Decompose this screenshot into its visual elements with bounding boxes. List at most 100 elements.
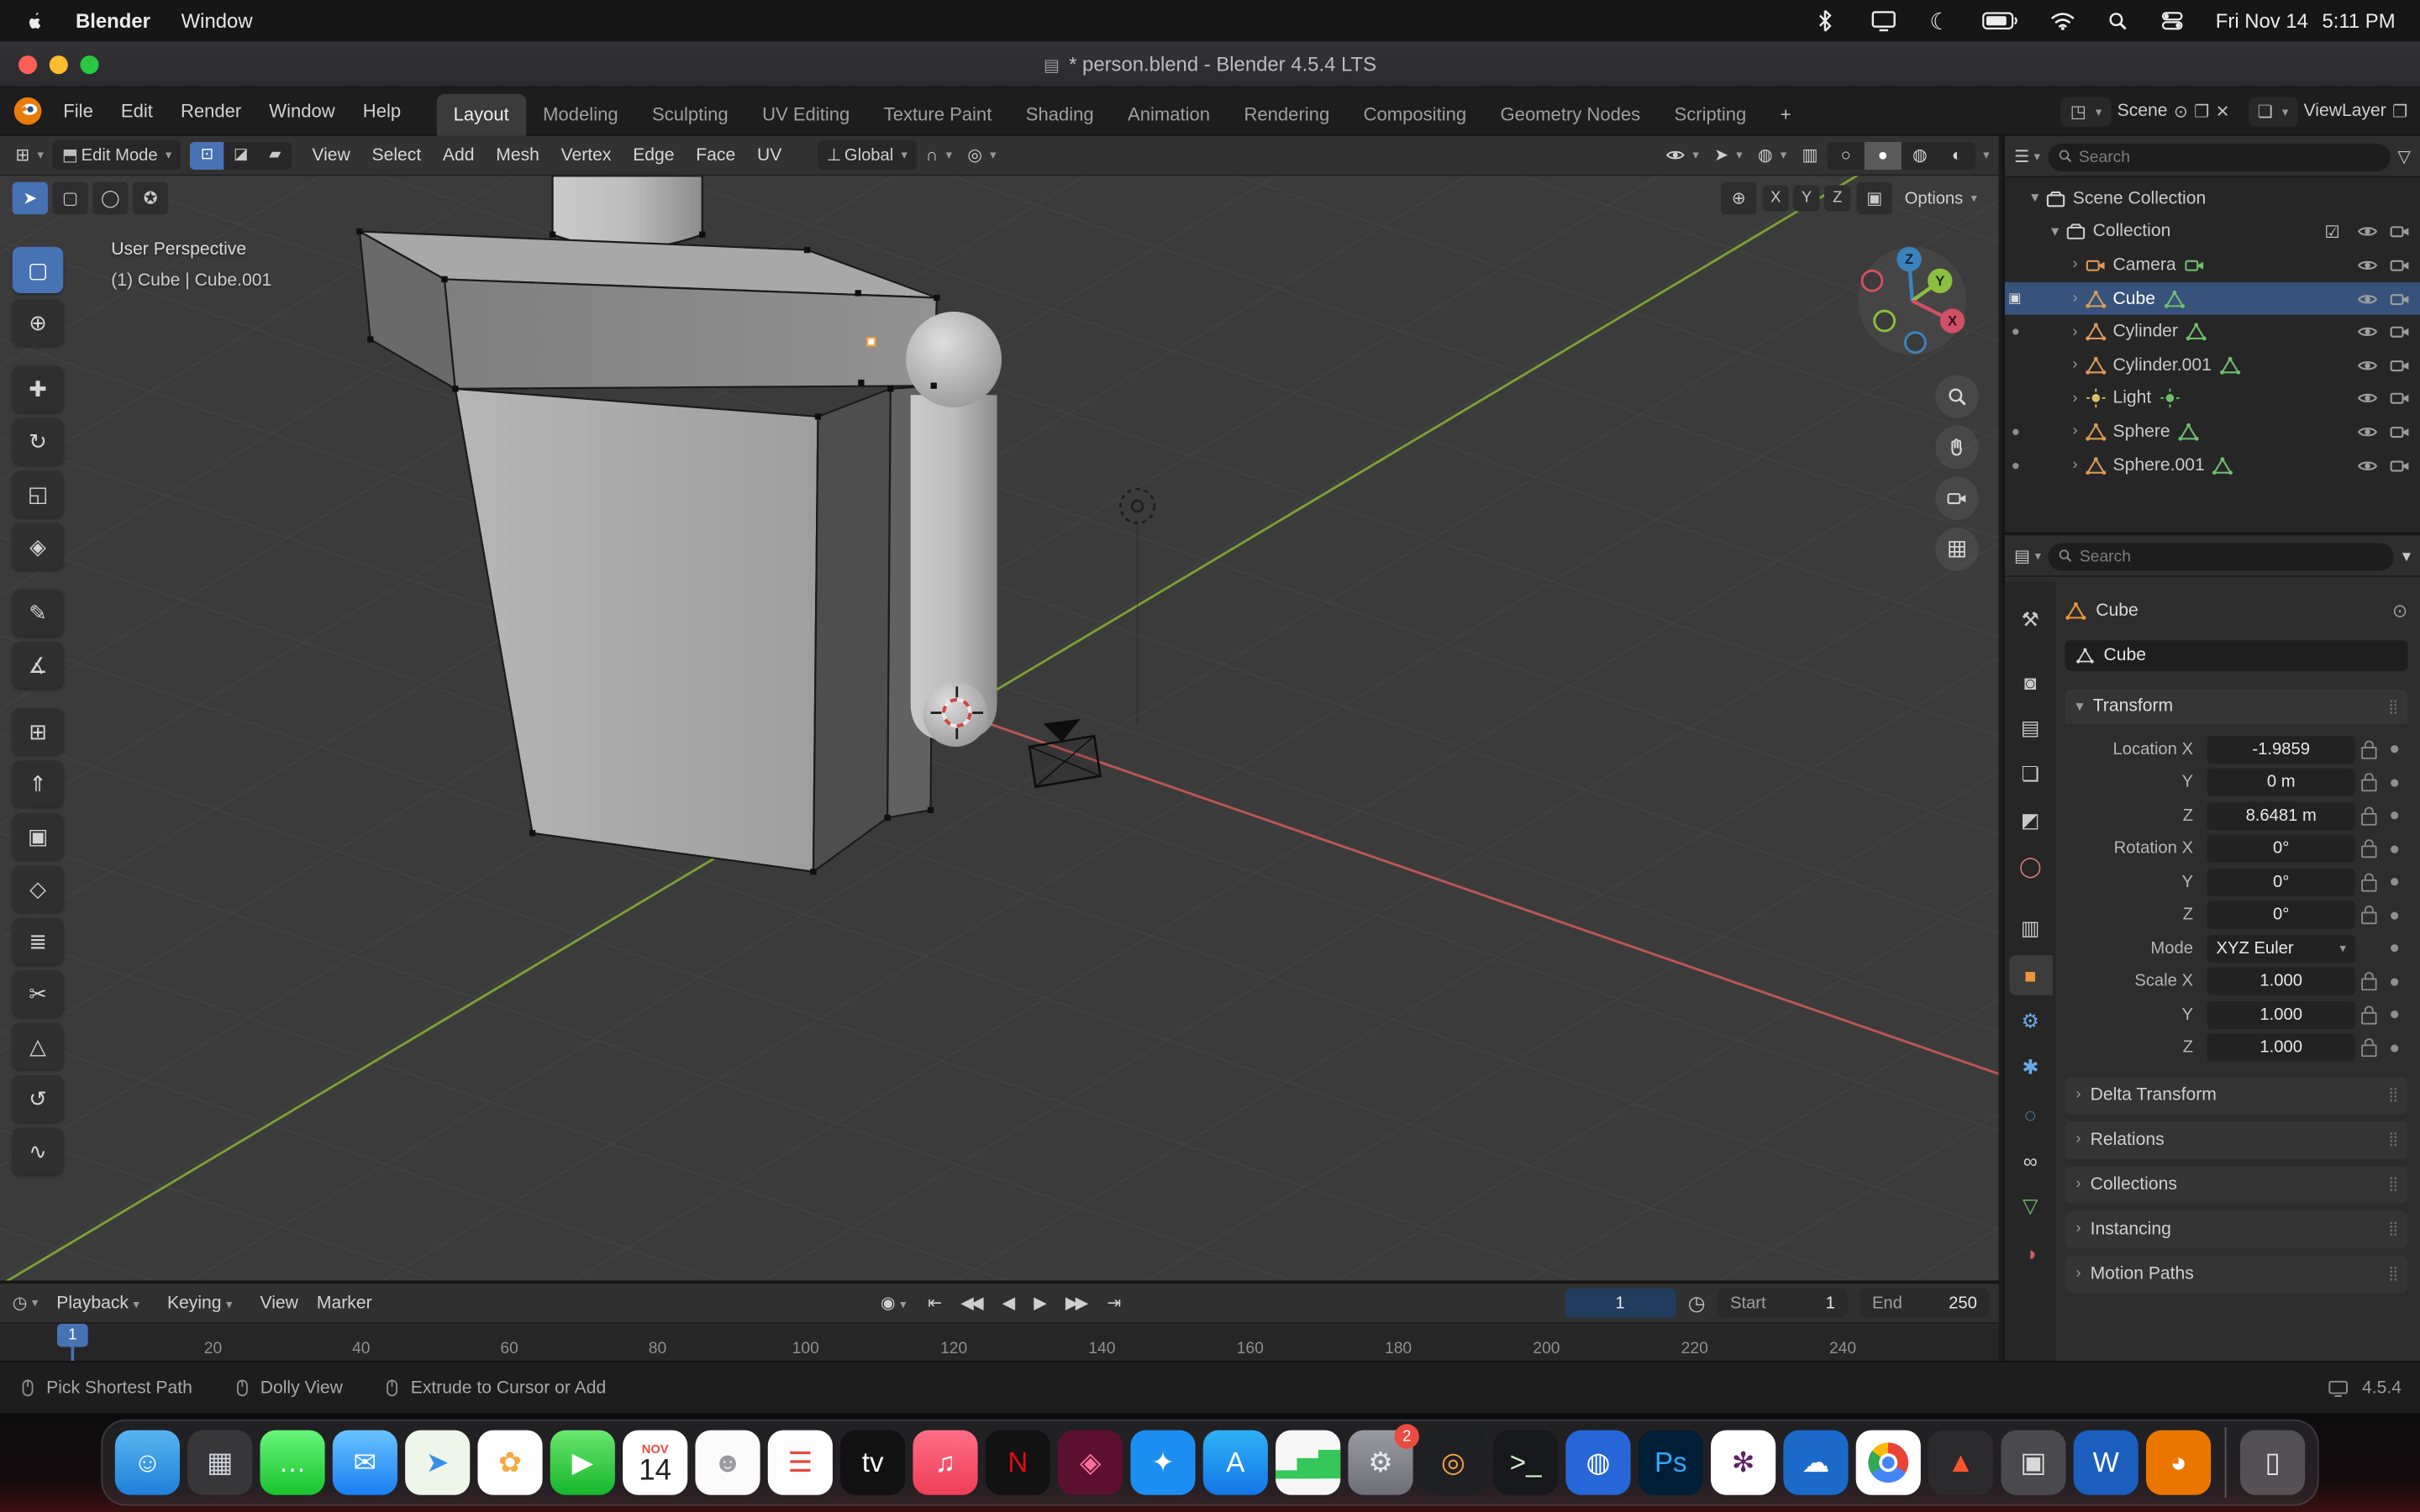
hide-in-viewport-icon[interactable] bbox=[2357, 321, 2379, 343]
pin-scene-icon[interactable]: ⊙ bbox=[2174, 101, 2188, 121]
workspace-tab-geometry-nodes[interactable]: Geometry Nodes bbox=[1483, 93, 1657, 135]
dock-media-app[interactable]: ◈ bbox=[1058, 1431, 1123, 1495]
workspace-tab-animation[interactable]: Animation bbox=[1111, 93, 1227, 135]
properties-tab-collection[interactable]: ▥ bbox=[2009, 909, 2052, 949]
properties-tab-constraints[interactable]: ∞ bbox=[2009, 1140, 2052, 1180]
lock-icon[interactable] bbox=[2361, 1044, 2376, 1057]
next-keyframe-button[interactable]: ▶▶ bbox=[1060, 1290, 1092, 1316]
select-circle-tool-button[interactable]: ◯ bbox=[92, 182, 128, 215]
lock-icon[interactable] bbox=[2361, 846, 2376, 858]
selected-vertex[interactable] bbox=[867, 338, 875, 345]
transform-orientation-dropdown[interactable]: ⊥Global▾ bbox=[818, 140, 917, 170]
value-field[interactable]: 1.000 bbox=[2207, 1034, 2355, 1062]
properties-tab-object[interactable]: ■ bbox=[2009, 955, 2052, 995]
perspective-toggle-button[interactable] bbox=[1935, 528, 1978, 570]
scale-tool[interactable]: ◱ bbox=[13, 470, 64, 517]
display-icon[interactable] bbox=[1870, 9, 1899, 33]
current-frame-field[interactable]: 1 bbox=[1565, 1289, 1676, 1318]
select-box-tool[interactable]: ▢ bbox=[13, 247, 64, 293]
camera-object[interactable] bbox=[1029, 719, 1100, 787]
control-center-icon[interactable] bbox=[2159, 9, 2185, 33]
workspace-tab-shading[interactable]: Shading bbox=[1009, 93, 1111, 135]
properties-tab-render[interactable]: ◙ bbox=[2009, 662, 2052, 702]
topbar-menu-window[interactable]: Window bbox=[255, 94, 349, 128]
dock-word[interactable]: W bbox=[2074, 1431, 2139, 1495]
gizmos-dropdown[interactable]: ➤▾ bbox=[1708, 142, 1749, 168]
value-field[interactable]: 1.000 bbox=[2207, 1000, 2355, 1028]
properties-tab-output[interactable]: ▤ bbox=[2009, 708, 2052, 748]
editor-type-button[interactable]: ⊞▾ bbox=[9, 142, 50, 168]
disable-in-renders-icon[interactable] bbox=[2389, 255, 2411, 276]
select-lasso-tool-button[interactable]: ✪ bbox=[133, 182, 168, 215]
properties-tab-tool[interactable]: ⚒ bbox=[2009, 600, 2052, 640]
dock-blue-app[interactable]: ✦ bbox=[1130, 1431, 1195, 1495]
auto-keying-button[interactable]: ◉▾ bbox=[875, 1290, 913, 1316]
vertex-select-button[interactable]: ⊡ bbox=[190, 141, 224, 169]
play-reverse-button[interactable]: ◀ bbox=[996, 1290, 1018, 1316]
lock-icon[interactable] bbox=[2361, 879, 2376, 891]
zoom-button[interactable] bbox=[1935, 375, 1978, 417]
edge-select-button[interactable]: ◪ bbox=[224, 141, 258, 169]
workspace-tab-modeling[interactable]: Modeling bbox=[526, 93, 635, 135]
xray-toggle[interactable]: ▥ bbox=[1796, 142, 1824, 168]
snap-target-icon[interactable]: ⊕ bbox=[1721, 182, 1756, 215]
shading-options-caret[interactable]: ▾ bbox=[1983, 148, 1989, 162]
show-object-types-dropdown[interactable]: ▾ bbox=[1659, 142, 1705, 168]
navigation-gizmo[interactable]: Z Y X bbox=[1855, 244, 1970, 358]
dock-launchpad[interactable]: ▦ bbox=[187, 1431, 252, 1495]
proportional-editing-toggle[interactable]: ◎▾ bbox=[961, 142, 1002, 168]
properties-search-input[interactable] bbox=[2049, 543, 2395, 571]
loop-cut-tool[interactable]: ≣ bbox=[13, 918, 64, 964]
dock-apple-tv[interactable]: tv bbox=[840, 1431, 905, 1495]
animate-dot[interactable] bbox=[2390, 779, 2397, 786]
battery-icon[interactable] bbox=[1981, 9, 2018, 33]
panel-delta-transform[interactable]: ›Delta Transform⣿ bbox=[2065, 1076, 2408, 1113]
panel-collections[interactable]: ›Collections⣿ bbox=[2065, 1166, 2408, 1203]
value-field[interactable]: 0° bbox=[2207, 835, 2355, 863]
cursor-tool[interactable]: ⊕ bbox=[13, 299, 64, 345]
object-name-field[interactable]: Cube bbox=[2065, 640, 2408, 671]
keying-menu[interactable]: Keying▾ bbox=[158, 1289, 242, 1317]
dock-music[interactable]: ♫ bbox=[913, 1431, 977, 1495]
outliner-search-input[interactable] bbox=[2048, 144, 2390, 171]
face-select-button[interactable]: ▰ bbox=[258, 141, 292, 169]
dock-slack[interactable]: ✻ bbox=[1711, 1431, 1776, 1495]
panel-motion-paths[interactable]: ›Motion Paths⣿ bbox=[2065, 1255, 2408, 1292]
outliner-row-cylinder[interactable]: ›Cylinder bbox=[2005, 315, 2420, 349]
timeline-editor-type-button[interactable]: ◷▾ bbox=[13, 1293, 39, 1313]
dock-contacts[interactable]: ☻ bbox=[695, 1431, 760, 1495]
properties-tab-view-layer[interactable]: ❏ bbox=[2009, 754, 2052, 795]
hide-in-viewport-icon[interactable] bbox=[2357, 388, 2379, 410]
animate-dot[interactable] bbox=[2390, 1044, 2397, 1052]
viewport-menu-add[interactable]: Add bbox=[432, 141, 485, 169]
animate-dot[interactable] bbox=[2390, 745, 2397, 753]
properties-tab-world[interactable]: ◯ bbox=[2009, 847, 2052, 887]
workspace-tab-compositing[interactable]: Compositing bbox=[1346, 93, 1483, 135]
dock-dark-circle-app[interactable]: ◎ bbox=[1421, 1431, 1486, 1495]
menubar-clock[interactable]: Fri Nov 145:11 PM bbox=[2216, 9, 2396, 33]
lock-icon[interactable] bbox=[2361, 912, 2376, 925]
rendered-shading-button[interactable]: ◐ bbox=[1939, 141, 1975, 169]
new-scene-icon[interactable]: ❐ bbox=[2194, 101, 2209, 121]
snap-toggle[interactable]: ∩▾ bbox=[920, 143, 959, 167]
topbar-menu-file[interactable]: File bbox=[50, 94, 108, 128]
dock-finder[interactable]: ☺ bbox=[115, 1431, 180, 1495]
viewport-menu-edge[interactable]: Edge bbox=[622, 141, 685, 169]
value-field[interactable]: 1.000 bbox=[2207, 968, 2355, 995]
disable-in-renders-icon[interactable] bbox=[2389, 321, 2411, 343]
expand-icon[interactable]: ▾ bbox=[2025, 190, 2045, 207]
moon-icon[interactable]: ☾ bbox=[1929, 7, 1950, 34]
disable-in-renders-icon[interactable] bbox=[2389, 288, 2411, 310]
expand-icon[interactable]: › bbox=[2065, 390, 2086, 407]
transform-pivot-icon[interactable]: ▣ bbox=[1857, 182, 1892, 215]
lock-icon[interactable] bbox=[2361, 1011, 2376, 1024]
tweak-tool-button[interactable]: ➤ bbox=[13, 182, 48, 215]
animate-dot[interactable] bbox=[2390, 811, 2397, 819]
start-frame-field[interactable]: Start1 bbox=[1718, 1289, 1847, 1318]
viewport-menu-vertex[interactable]: Vertex bbox=[550, 141, 623, 169]
outliner-row-cylinder-001[interactable]: ›Cylinder.001 bbox=[2005, 349, 2420, 382]
dock-app-store[interactable]: A bbox=[1203, 1431, 1268, 1495]
disable-in-renders-icon[interactable] bbox=[2389, 388, 2411, 410]
playhead[interactable]: 1 bbox=[57, 1324, 88, 1347]
collection-checkbox[interactable]: ☑ bbox=[2324, 222, 2339, 242]
